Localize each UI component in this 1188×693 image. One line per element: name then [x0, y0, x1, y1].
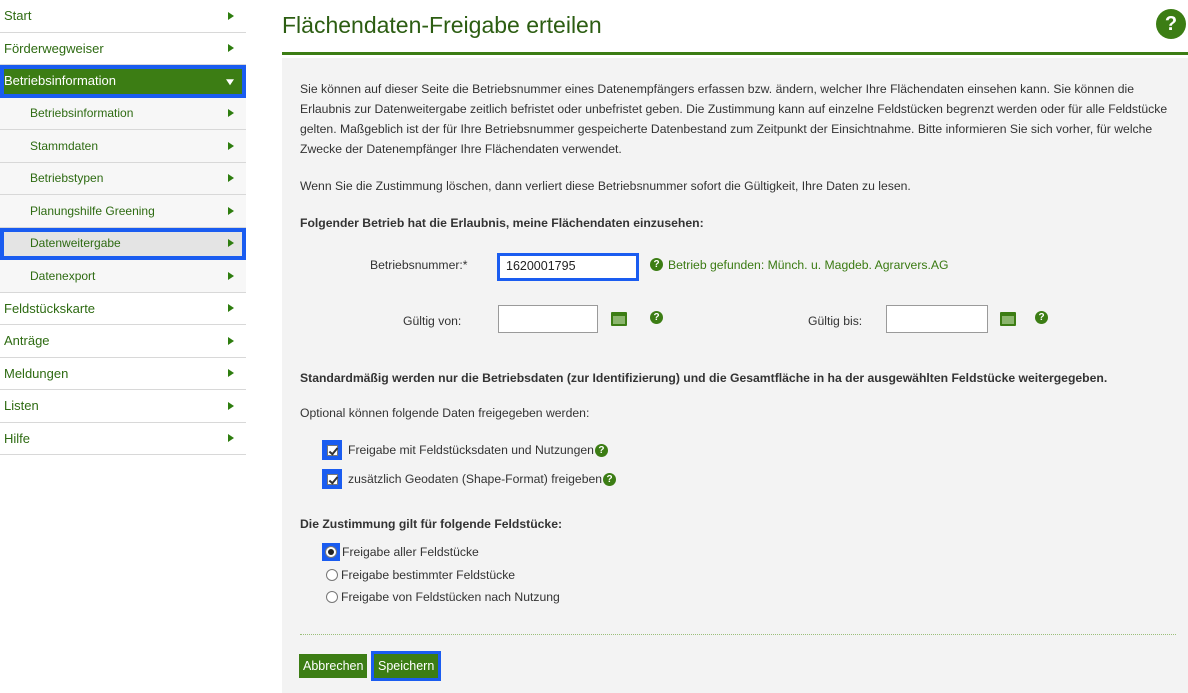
sidebar-item-label: Betriebsinformation	[30, 106, 134, 121]
arrow-right-icon	[228, 434, 234, 443]
radio-icon[interactable]	[322, 543, 340, 561]
divider	[300, 634, 1176, 635]
intro-text: Sie können auf dieser Seite die Betriebs…	[300, 82, 1168, 156]
arrow-right-icon	[228, 174, 234, 183]
valid-to-input[interactable]	[886, 305, 988, 333]
valid-from-input[interactable]	[498, 305, 598, 333]
arrow-right-icon	[228, 206, 234, 215]
arrow-right-icon	[228, 401, 234, 410]
help-icon[interactable]: ?	[650, 258, 663, 271]
radio-label: Freigabe von Feldstücken nach Nutzung	[341, 590, 560, 604]
optional-note: Optional können folgende Daten freigegeb…	[300, 406, 590, 420]
arrow-right-icon	[228, 239, 234, 248]
sidebar-subitem-betriebsinformation[interactable]: Betriebsinformation	[0, 97, 246, 130]
checkbox-row-feldstuecksdaten[interactable]: Freigabe mit Feldstücksdaten und Nutzung…	[322, 440, 608, 460]
sidebar-item-label: Datenexport	[30, 268, 96, 283]
cancel-button[interactable]: Abbrechen	[299, 654, 368, 678]
calendar-icon[interactable]	[1000, 312, 1016, 326]
radio-row-specific[interactable]: Freigabe bestimmter Feldstücke	[326, 568, 515, 582]
arrow-right-icon	[228, 336, 234, 345]
help-icon[interactable]: ?	[1035, 311, 1048, 324]
valid-to-label: Gültig bis:	[808, 314, 863, 328]
radio-row-by-usage[interactable]: Freigabe von Feldstücken nach Nutzung	[326, 590, 560, 604]
sidebar-item-label: Meldungen	[4, 365, 69, 381]
sidebar-item-label: Listen	[4, 398, 39, 414]
arrow-right-icon	[228, 304, 234, 313]
sidebar-item-label: Feldstückskarte	[4, 300, 96, 316]
sidebar-subitem-datenweitergabe[interactable]: Datenweitergabe	[0, 227, 246, 260]
help-icon[interactable]: ?	[603, 472, 617, 486]
sidebar-item-betriebsinformation[interactable]: Betriebsinformation	[0, 65, 246, 98]
betriebsnummer-label: Betriebsnummer:*	[370, 258, 468, 272]
header-divider	[282, 52, 1188, 55]
sidebar-subitem-betriebstypen[interactable]: Betriebstypen	[0, 162, 246, 195]
sidebar-item-label: Betriebstypen	[30, 171, 104, 186]
delete-note: Wenn Sie die Zustimmung löschen, dann ve…	[300, 179, 911, 193]
sidebar-item-label: Anträge	[4, 333, 50, 349]
sidebar-item-label: Hilfe	[4, 430, 31, 446]
sidebar-item-label: Stammdaten	[30, 138, 99, 153]
help-icon[interactable]: ?	[1156, 9, 1186, 39]
checkbox-label: zusätzlich Geodaten (Shape-Format) freig…	[348, 472, 603, 486]
checkbox-icon[interactable]	[322, 440, 342, 460]
sidebar-item-foerderwegweiser[interactable]: Förderwegweiser	[0, 33, 246, 65]
sidebar-item-hilfe[interactable]: Hilfe	[0, 423, 246, 455]
betriebsnummer-input[interactable]: 1620001795	[497, 253, 639, 281]
arrow-right-icon	[228, 141, 234, 150]
arrow-right-icon	[228, 369, 234, 378]
sidebar-item-label: Betriebsinformation	[4, 73, 116, 89]
sidebar-subitem-planungshilfe-greening[interactable]: Planungshilfe Greening	[0, 195, 246, 228]
sidebar-item-label: Förderwegweiser	[4, 40, 104, 56]
arrow-right-icon	[228, 44, 234, 53]
default-note: Standardmäßig werden nur die Betriebsdat…	[300, 371, 1108, 385]
sidebar-item-start[interactable]: Start	[0, 0, 246, 33]
page-title: Flächendaten-Freigabe erteilen	[282, 12, 602, 38]
arrow-right-icon	[228, 109, 234, 118]
radio-icon[interactable]	[326, 591, 338, 603]
checkbox-icon[interactable]	[322, 469, 342, 489]
save-button[interactable]: Speichern	[370, 651, 442, 681]
sidebar-subitem-stammdaten[interactable]: Stammdaten	[0, 130, 246, 163]
scope-heading: Die Zustimmung gilt für folgende Feldstü…	[300, 517, 563, 531]
sidebar-nav: Start Förderwegweiser Betriebsinformatio…	[0, 0, 246, 455]
valid-from-label: Gültig von:	[403, 314, 462, 328]
checkbox-label: Freigabe mit Feldstücksdaten und Nutzung…	[348, 443, 594, 457]
sidebar-item-listen[interactable]: Listen	[0, 390, 246, 423]
betrieb-found-status: Betrieb gefunden: Münch. u. Magdeb. Agra…	[668, 258, 949, 272]
radio-icon[interactable]	[326, 569, 338, 581]
sidebar-item-feldstueckskarte[interactable]: Feldstückskarte	[0, 293, 246, 325]
arrow-right-icon	[228, 11, 234, 20]
sidebar-item-antraege[interactable]: Anträge	[0, 325, 246, 358]
permission-heading: Folgender Betrieb hat die Erlaubnis, mei…	[300, 216, 704, 230]
sidebar-subitem-datenexport[interactable]: Datenexport	[0, 260, 246, 293]
sidebar-item-label: Start	[4, 8, 32, 24]
sidebar-item-label: Datenweitergabe	[30, 236, 121, 251]
radio-label: Freigabe aller Feldstücke	[342, 545, 479, 559]
checkbox-row-geodaten[interactable]: zusätzlich Geodaten (Shape-Format) freig…	[322, 469, 617, 489]
sidebar-item-label: Planungshilfe Greening	[30, 203, 155, 218]
help-icon[interactable]: ?	[650, 311, 663, 324]
arrow-right-icon	[228, 271, 234, 280]
radio-row-all[interactable]: Freigabe aller Feldstücke	[322, 543, 479, 561]
radio-label: Freigabe bestimmter Feldstücke	[341, 568, 516, 582]
sidebar-item-meldungen[interactable]: Meldungen	[0, 358, 246, 390]
calendar-icon[interactable]	[611, 312, 627, 326]
arrow-down-icon	[226, 78, 234, 85]
help-icon[interactable]: ?	[594, 443, 608, 457]
